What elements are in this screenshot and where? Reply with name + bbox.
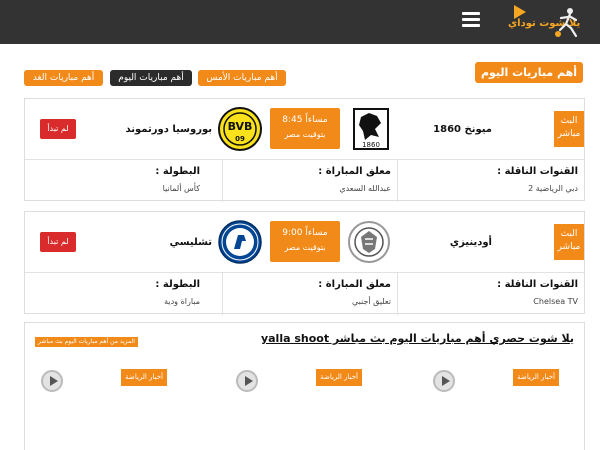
away-team-name: بوروسيا دورتموند — [125, 124, 212, 135]
channels-cell: القنوات الناقلة : Chelsea TV — [397, 273, 584, 315]
hamburger-menu-icon[interactable] — [462, 12, 480, 28]
league-label: البطولة : — [155, 279, 200, 290]
live-stream-button[interactable]: البث مباشر — [554, 111, 584, 147]
match-info-row: القنوات الناقلة : دبي الرياضية 2 معلق ال… — [25, 159, 584, 202]
info-divider — [397, 160, 398, 202]
league-cell: البطولة : مباراة ودية — [25, 273, 222, 315]
news-item[interactable]: أخبار الرياضة — [220, 367, 370, 407]
channels-value: دبي الرياضية 2 — [528, 184, 578, 193]
commentator-value: تعليق أجنبي — [351, 297, 391, 306]
match-time: 8:45 مساءاً — [282, 115, 328, 125]
news-category-tag[interactable]: أخبار الرياضة — [316, 369, 362, 386]
tab-tomorrow-matches[interactable]: أهم مباريات الغد — [24, 70, 103, 86]
tsv-1860-munich-crest-icon: 1860 — [353, 108, 389, 150]
match-time-box: 9:00 مساءاً بتوقيت مصر — [270, 221, 340, 262]
commentator-label: معلق المباراة : — [318, 279, 391, 290]
info-divider — [397, 273, 398, 315]
logo-play-icon — [514, 5, 526, 19]
svg-text:1860: 1860 — [362, 141, 380, 149]
tab-yesterday-matches[interactable]: أهم مباريات الأمس — [198, 70, 286, 86]
play-icon[interactable] — [236, 370, 258, 392]
commentator-cell: معلق المباراة : عبدالله السعدي — [222, 160, 397, 202]
play-icon[interactable] — [433, 370, 455, 392]
match-card[interactable]: البث مباشر أودينيزي 9:00 مساءاً بتوقيت م… — [24, 211, 585, 315]
news-item[interactable]: أخبار الرياضة — [25, 367, 175, 407]
info-divider — [222, 160, 223, 202]
channels-label: القنوات الناقلة : — [497, 279, 578, 290]
chelsea-crest-icon — [218, 220, 262, 264]
match-status-badge: لم تبدأ — [40, 232, 76, 252]
league-value: كأس ألمانيا — [162, 184, 200, 193]
news-category-tag[interactable]: أخبار الرياضة — [121, 369, 167, 386]
commentator-cell: معلق المباراة : تعليق أجنبي — [222, 273, 397, 315]
borussia-dortmund-crest-icon: BVB 09 — [218, 107, 262, 151]
home-team-name: أودينيزي — [449, 237, 492, 248]
news-item[interactable]: أخبار الرياضة — [417, 367, 567, 407]
top-navigation-bar: يلا شوت توداي — [0, 0, 600, 44]
play-icon[interactable] — [41, 370, 63, 392]
home-team-name: ميونخ 1860 — [433, 124, 492, 135]
commentator-label: معلق المباراة : — [318, 166, 391, 177]
live-stream-button[interactable]: البث مباشر — [554, 224, 584, 260]
league-value: مباراة ودية — [164, 297, 200, 306]
football-player-icon — [555, 8, 578, 38]
site-logo[interactable]: يلا شوت توداي — [504, 2, 582, 42]
away-team-name: تشليسي — [169, 237, 212, 248]
channels-label: القنوات الناقلة : — [497, 166, 578, 177]
svg-text:09: 09 — [235, 135, 245, 143]
svg-text:BVB: BVB — [228, 120, 253, 133]
match-status-badge: لم تبدأ — [40, 119, 76, 139]
news-heading-link[interactable]: يلا شوت حصري أهم مباريات اليوم بث مباشر … — [261, 332, 574, 345]
match-timezone: بتوقيت مصر — [284, 243, 326, 252]
more-matches-link[interactable]: المزيد من أهم مباريات اليوم بث مباشر — [35, 337, 138, 347]
section-title: أهم مباريات اليوم — [475, 62, 583, 83]
tab-today-matches[interactable]: أهم مباريات اليوم — [110, 70, 192, 86]
match-timezone: بتوقيت مصر — [284, 130, 326, 139]
channels-value: Chelsea TV — [533, 297, 578, 306]
udinese-crest-icon — [348, 221, 390, 263]
league-cell: البطولة : كأس ألمانيا — [25, 160, 222, 202]
match-time-box: 8:45 مساءاً بتوقيت مصر — [270, 108, 340, 149]
channels-cell: القنوات الناقلة : دبي الرياضية 2 — [397, 160, 584, 202]
news-section: يلا شوت حصري أهم مباريات اليوم بث مباشر … — [24, 322, 585, 450]
match-info-row: القنوات الناقلة : Chelsea TV معلق المبار… — [25, 272, 584, 315]
match-card[interactable]: البث مباشر ميونخ 1860 1860 8:45 مساءاً ب… — [24, 98, 585, 202]
news-category-tag[interactable]: أخبار الرياضة — [513, 369, 559, 386]
match-time: 9:00 مساءاً — [282, 228, 328, 238]
commentator-value: عبدالله السعدي — [339, 184, 391, 193]
info-divider — [222, 273, 223, 315]
league-label: البطولة : — [155, 166, 200, 177]
